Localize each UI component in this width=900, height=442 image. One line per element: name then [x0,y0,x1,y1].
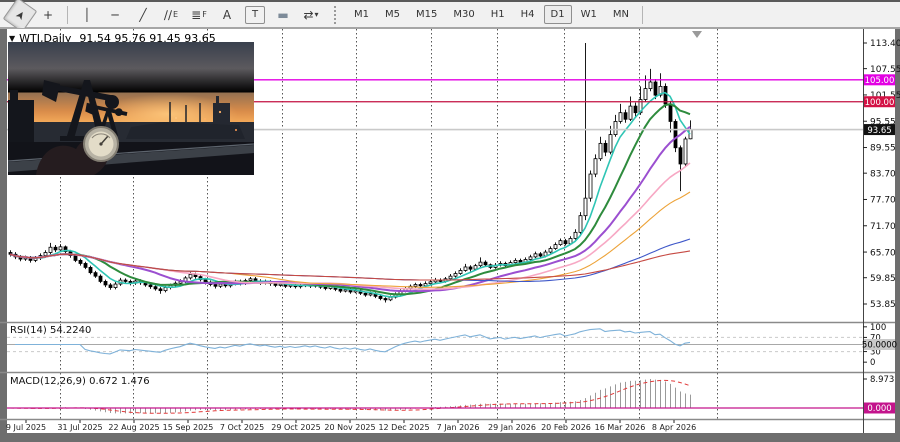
macd-badge-zero: 0.000 [864,403,895,415]
svg-text:20 Feb 2026: 20 Feb 2026 [541,423,591,432]
svg-text:9 Jul 2025: 9 Jul 2025 [6,423,46,432]
svg-text:89.55: 89.55 [870,144,896,154]
svg-text:7 Jan 2026: 7 Jan 2026 [437,423,480,432]
rsi-badge-50: 50.0000 [862,339,897,351]
price-badge-93.65: 93.65 [864,124,895,136]
price-badge-105.00: 105.00 [864,74,895,86]
svg-text:31 Jul 2025: 31 Jul 2025 [57,423,102,432]
svg-text:16 Mar 2026: 16 Mar 2026 [595,423,646,432]
window-bottom-border [0,433,900,442]
article-photo [8,42,254,175]
svg-text:105.00: 105.00 [865,76,895,86]
svg-text:8.973: 8.973 [870,375,894,385]
svg-text:71.70: 71.70 [870,222,896,232]
svg-text:100: 100 [870,323,886,333]
svg-text:53.85: 53.85 [870,300,896,310]
svg-text:100.00: 100.00 [865,98,895,108]
svg-text:113.40: 113.40 [870,39,900,49]
svg-text:93.65: 93.65 [867,126,891,136]
svg-text:107.55: 107.55 [870,65,900,75]
svg-text:0: 0 [870,358,875,368]
mt4-chart-window: ➤+│─╱∕∕E≣FAT▬⇄▾M1M5M15M30H1H4D1W1MN 113.… [0,0,900,442]
svg-text:7 Oct 2025: 7 Oct 2025 [220,423,264,432]
svg-text:8 Apr 2026: 8 Apr 2026 [652,423,696,432]
svg-text:29 Oct 2025: 29 Oct 2025 [271,423,320,432]
svg-text:50.0000: 50.0000 [862,341,897,351]
price-badge-100.00: 100.00 [864,96,895,108]
svg-text:12 Dec 2025: 12 Dec 2025 [378,423,429,432]
svg-text:59.85: 59.85 [870,274,896,284]
rsi-indicator-label: RSI(14) 54.2240 [10,325,91,336]
svg-text:0.000: 0.000 [867,404,891,414]
svg-text:20 Nov 2025: 20 Nov 2025 [324,423,375,432]
svg-text:65.70: 65.70 [870,248,896,258]
svg-text:22 Aug 2025: 22 Aug 2025 [108,423,159,432]
svg-text:15 Sep 2025: 15 Sep 2025 [163,423,214,432]
svg-text:29 Jan 2026: 29 Jan 2026 [488,423,536,432]
svg-text:83.70: 83.70 [870,169,896,179]
svg-text:77.70: 77.70 [870,196,896,206]
macd-indicator-label: MACD(12,26,9) 0.672 1.476 [10,376,150,387]
